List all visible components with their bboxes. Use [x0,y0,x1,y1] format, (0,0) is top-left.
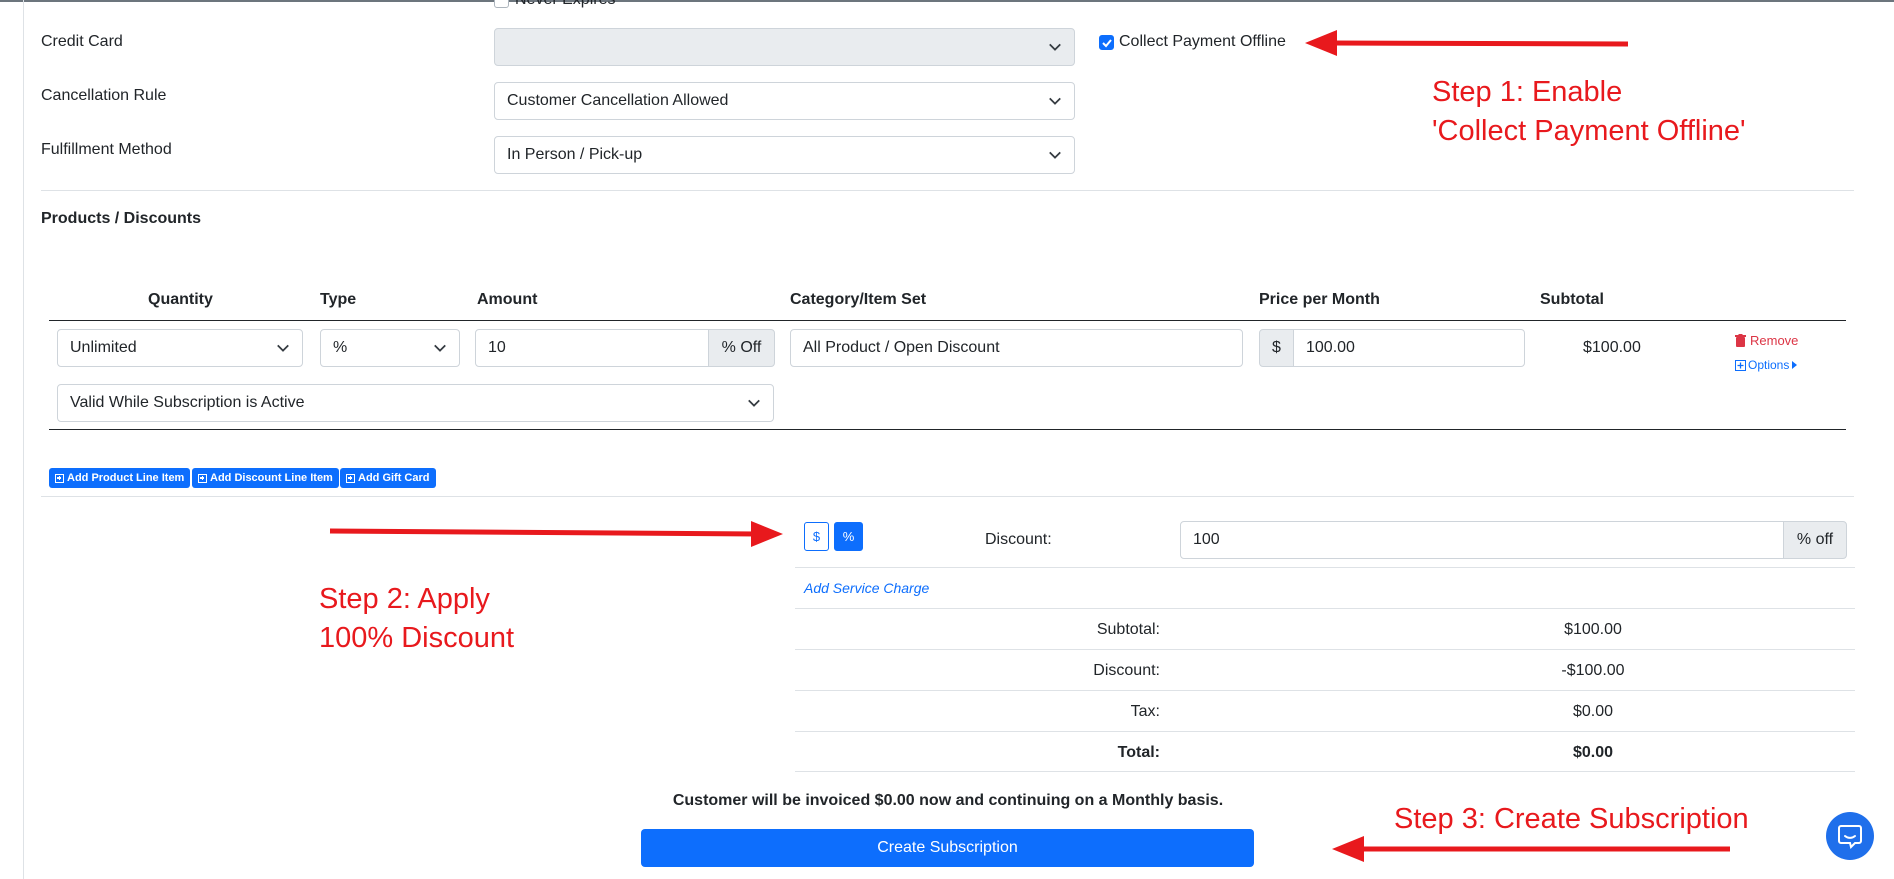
amount-suffix: % Off [708,329,775,367]
col-header-type: Type [320,291,357,308]
col-header-price-per-month: Price per Month [1259,291,1380,308]
col-header-quantity: Quantity [148,291,213,308]
summary-label: Discount: [1093,662,1160,679]
plus-square-icon [55,473,64,483]
discount-percent-toggle[interactable]: % [834,522,863,551]
arrow-left-icon [1332,836,1730,862]
annotation-step2-line1: Step 2: Apply [319,583,490,615]
left-border [23,0,24,879]
remove-label: Remove [1750,333,1799,348]
options-link[interactable]: Options [1735,358,1798,372]
discount-suffix: % off [1783,521,1847,559]
line-subtotal: $100.00 [1583,339,1641,356]
summary-value: $100.00 [1564,621,1622,638]
price-prefix: $ [1259,329,1294,367]
chevron-down-icon [277,344,289,352]
plus-square-icon [1735,359,1746,371]
summary-value: $0.00 [1572,744,1614,761]
quantity-value: Unlimited [70,339,137,356]
options-label: Options [1748,358,1790,372]
chat-bubble-icon [1838,825,1862,849]
summary-value: -$100.00 [1561,662,1625,679]
trash-icon [1735,334,1746,347]
summary-label: Tax: [1130,703,1160,720]
summary-row-tax: Tax: $0.00 [795,690,1855,731]
fulfillment-method-select[interactable]: In Person / Pick-up [494,136,1075,174]
type-value: % [333,339,348,356]
table-footer-divider [49,429,1846,430]
col-header-subtotal: Subtotal [1540,291,1604,308]
summary-value: $0.00 [1572,703,1614,720]
annotation-step3: Step 3: Create Subscription [1394,803,1749,835]
remove-link[interactable]: Remove [1735,333,1798,348]
never-expires-label: Never Expires [515,0,615,9]
collect-payment-offline-checkbox[interactable] [1099,35,1114,50]
discount-input[interactable]: 100 [1180,521,1784,559]
chevron-down-icon [748,399,760,407]
annotation-step1-line1: Step 1: Enable [1432,76,1623,108]
summary-divider [795,567,1855,568]
cancellation-rule-value: Customer Cancellation Allowed [507,92,729,109]
cancellation-rule-select[interactable]: Customer Cancellation Allowed [494,82,1075,120]
add-product-label: Add Product Line Item [67,472,185,484]
add-discount-label: Add Discount Line Item [210,472,333,484]
col-header-category: Category/Item Set [790,291,927,308]
arrow-left-icon [1305,30,1629,56]
summary-row-subtotal: Subtotal: $100.00 [795,608,1855,649]
price-input[interactable]: 100.00 [1293,329,1525,367]
summary-row-total: Total: $0.00 [795,731,1855,772]
table-header-divider [49,320,1846,321]
section-divider [41,190,1854,191]
annotation-step2-line2: 100% Discount [319,622,515,654]
summary-label: Total: [1117,744,1160,761]
caret-right-icon [1792,361,1798,369]
summary-row-discount: Discount: -$100.00 [795,649,1855,690]
add-discount-line-item-button[interactable]: Add Discount Line Item [192,468,339,488]
discount-dollar-toggle[interactable]: $ [804,522,829,551]
arrow-right-icon [329,521,783,547]
chat-widget-button[interactable] [1826,812,1874,860]
invoice-note: Customer will be invoiced $0.00 now and … [672,792,1224,809]
validity-value: Valid While Subscription is Active [70,394,305,411]
buttons-divider [41,496,1854,497]
credit-card-label: Credit Card [41,33,123,50]
chevron-down-icon [1049,43,1061,51]
amount-input[interactable]: 10 [475,329,709,367]
fulfillment-method-value: In Person / Pick-up [507,146,643,163]
type-select[interactable]: % [320,329,460,367]
summary-label: Subtotal: [1096,621,1160,638]
category-input[interactable]: All Product / Open Discount [790,329,1243,367]
add-product-line-item-button[interactable]: Add Product Line Item [49,468,191,488]
plus-square-icon [346,473,355,483]
chevron-down-icon [434,344,446,352]
add-service-charge-link[interactable]: Add Service Charge [804,580,929,596]
check-icon [1102,39,1112,48]
create-subscription-button[interactable]: Create Subscription [641,829,1254,867]
fulfillment-method-label: Fulfillment Method [41,141,172,158]
annotation-step1-line2: 'Collect Payment Offline' [1432,115,1746,147]
col-header-amount: Amount [477,291,538,308]
discount-label: Discount: [985,531,1052,548]
cancellation-rule-label: Cancellation Rule [41,87,167,104]
collect-payment-offline-label[interactable]: Collect Payment Offline [1119,33,1286,51]
validity-select[interactable]: Valid While Subscription is Active [57,384,774,422]
add-gift-card-button[interactable]: Add Gift Card [340,468,436,488]
products-section-title: Products / Discounts [41,210,202,227]
add-gift-card-label: Add Gift Card [358,472,430,484]
never-expires-checkbox[interactable] [494,0,509,8]
chevron-down-icon [1049,151,1061,159]
credit-card-select[interactable] [494,28,1075,66]
quantity-select[interactable]: Unlimited [57,329,303,367]
plus-square-icon [198,473,207,483]
chevron-down-icon [1049,97,1061,105]
top-border [0,0,1894,2]
